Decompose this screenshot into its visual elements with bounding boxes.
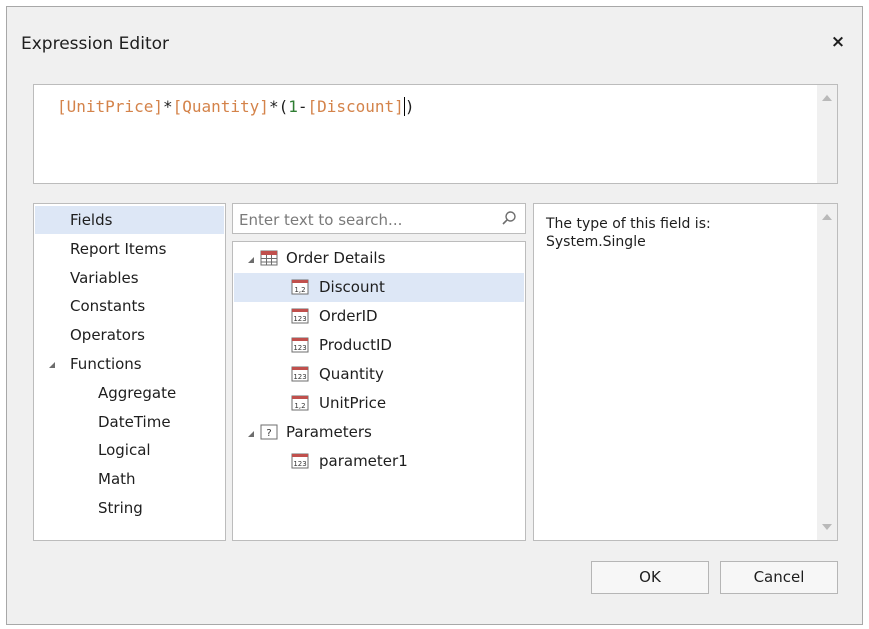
parameters-icon: ? — [260, 424, 278, 440]
float-field-icon: 1,2 — [291, 395, 309, 411]
splitter-grip[interactable] — [443, 190, 473, 205]
search-input[interactable] — [237, 209, 491, 231]
tree-field-row[interactable]: 123 OrderID — [234, 302, 524, 331]
category-item-report-items[interactable]: Report Items — [35, 235, 224, 263]
scroll-up-arrow-icon[interactable] — [822, 214, 832, 220]
scroll-down-arrow-icon[interactable] — [822, 524, 832, 530]
tree-label: UnitPrice — [319, 394, 387, 412]
search-box[interactable] — [232, 203, 526, 234]
category-label: Fields — [70, 211, 113, 229]
category-label: String — [98, 499, 143, 517]
category-item-variables[interactable]: Variables — [35, 264, 224, 292]
category-item-math[interactable]: Math — [35, 465, 224, 493]
svg-text:123: 123 — [293, 460, 306, 468]
svg-text:1,2: 1,2 — [294, 286, 305, 294]
int-field-icon: 123 — [291, 337, 309, 353]
expression-token-field: [UnitPrice] — [57, 97, 163, 116]
category-label: Report Items — [70, 239, 167, 258]
tree-field-row[interactable]: 123 parameter1 — [234, 447, 524, 476]
table-icon — [260, 250, 278, 266]
tree-field-row[interactable]: 1,2 Discount — [234, 273, 524, 302]
float-field-icon: 1,2 — [291, 279, 309, 295]
close-icon[interactable]: × — [828, 32, 848, 52]
expand-arrow-icon[interactable] — [248, 431, 254, 437]
tree-label: Order Details — [286, 249, 386, 267]
expression-text[interactable]: [UnitPrice]*[Quantity]*(1-[Discount]) — [57, 97, 414, 116]
category-list: Fields Report Items Variables Constants Oper… — [33, 203, 226, 541]
category-label: Aggregate — [98, 383, 177, 402]
tree-field-row[interactable]: 123 Quantity — [234, 360, 524, 389]
tree-label: Quantity — [319, 365, 384, 383]
category-label: DateTime — [98, 412, 171, 431]
category-item-datetime[interactable]: DateTime — [35, 408, 224, 436]
tree-label: OrderID — [319, 307, 378, 325]
expand-arrow-icon[interactable] — [49, 362, 55, 368]
expression-token-field: [Quantity] — [172, 97, 269, 116]
tree-field-row[interactable]: 123 ProductID — [234, 331, 524, 360]
category-item-logical[interactable]: Logical — [35, 436, 224, 464]
tree-label: Discount — [319, 278, 385, 296]
category-item-constants[interactable]: Constants — [35, 292, 224, 320]
expression-scrollbar[interactable] — [817, 85, 837, 183]
category-label: Math — [98, 470, 136, 489]
int-field-icon: 123 — [291, 308, 309, 324]
description-scrollbar[interactable] — [817, 204, 837, 540]
tree-label: ProductID — [319, 336, 392, 354]
search-icon[interactable] — [501, 210, 517, 226]
dialog-title: Expression Editor — [21, 34, 169, 54]
category-item-fields[interactable]: Fields — [35, 206, 224, 234]
int-field-icon: 123 — [291, 366, 309, 382]
cancel-button[interactable]: Cancel — [720, 561, 838, 594]
expression-token-field: [Discount] — [307, 97, 404, 116]
category-label: Logical — [98, 441, 151, 460]
int-field-icon: 123 — [291, 453, 309, 469]
expression-token-op: *( — [268, 97, 289, 116]
svg-text:1,2: 1,2 — [294, 402, 305, 410]
expression-token-num: 1 — [288, 97, 298, 116]
tree-label: Parameters — [286, 423, 372, 441]
tree-group-row[interactable]: Order Details — [234, 244, 524, 273]
svg-text:123: 123 — [293, 315, 306, 323]
title-bar: Expression Editor × — [7, 7, 862, 71]
category-label: Constants — [70, 297, 146, 316]
category-label: Variables — [70, 268, 139, 287]
category-label: Operators — [70, 326, 145, 345]
svg-text:?: ? — [266, 428, 271, 439]
description-panel: The type of this field is: System.Single — [533, 203, 838, 541]
tree-group-row[interactable]: ? Parameters — [234, 418, 524, 447]
scroll-up-arrow-icon[interactable] — [822, 95, 832, 101]
tree-field-row[interactable]: 1,2 UnitPrice — [234, 389, 524, 418]
svg-text:123: 123 — [293, 344, 306, 352]
expression-token-op: * — [162, 97, 173, 116]
category-item-operators[interactable]: Operators — [35, 321, 224, 349]
category-label: Functions — [70, 355, 142, 373]
expression-input[interactable]: [UnitPrice]*[Quantity]*(1-[Discount]) — [33, 84, 838, 184]
category-item-string[interactable]: String — [35, 494, 224, 522]
category-item-functions[interactable]: Functions — [35, 350, 224, 378]
description-text: The type of this field is: System.Single — [546, 216, 711, 250]
field-tree: Order Details 1,2 Discount 123 OrderID 123 Pro… — [232, 241, 526, 541]
svg-text:123: 123 — [293, 373, 306, 381]
tree-label: parameter1 — [319, 452, 408, 470]
expand-arrow-icon[interactable] — [248, 257, 254, 263]
ok-button[interactable]: OK — [591, 561, 709, 594]
expression-token-op: ) — [404, 97, 415, 116]
category-item-aggregate[interactable]: Aggregate — [35, 379, 224, 407]
